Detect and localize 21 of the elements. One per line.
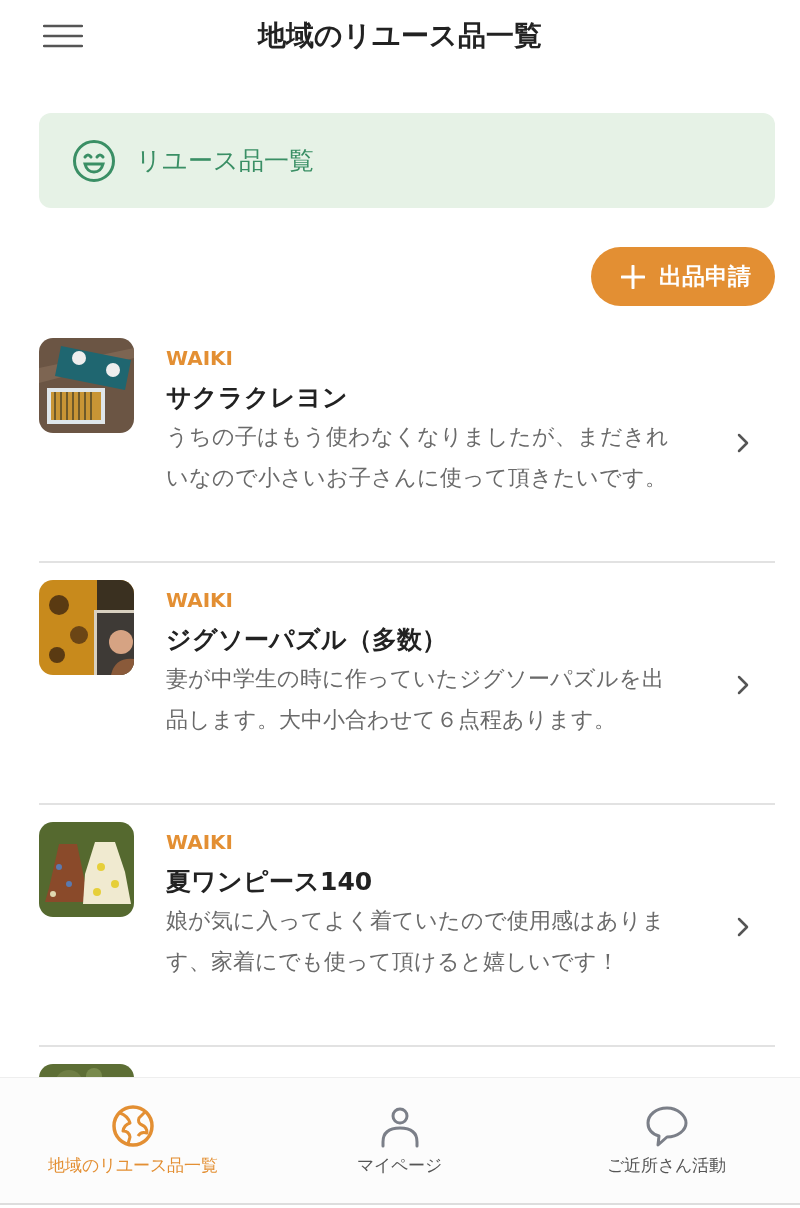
seller-name: WAIKI [166, 345, 235, 372]
chevron-right-icon[interactable] [737, 917, 749, 937]
speech-bubble-icon [644, 1104, 689, 1148]
seller-name: WAIKI [166, 829, 235, 856]
item-title: サクラクレヨン [166, 382, 349, 414]
seller-name: WAIKI [166, 587, 235, 614]
menu-icon[interactable] [43, 24, 83, 48]
banner-label: リユース品一覧 [136, 145, 314, 177]
nav-tab[interactable]: マイページ [270, 1078, 530, 1203]
item-description: 娘が気に入ってよく着ていたので使用感はあります、家着にでも使って頂けると嬉しいです！ [166, 907, 666, 976]
item-description: 妻が中学生の時に作っていたジグソーパズルを出品します。大中小合わせて６点程あります。 [166, 665, 665, 734]
item-description: うちの子はもう使わなくなりましたが、まだきれいなので小さいお子さんに使って頂きたいです。 [166, 423, 670, 492]
item-title: 夏ワンピース140 [166, 866, 374, 898]
globe-icon [111, 1104, 156, 1148]
item-title: ジグソーパズル（多数） [166, 624, 448, 656]
plus-icon [621, 264, 645, 289]
page-title: 地域のリユース品一覧 [258, 18, 542, 54]
nav-tab[interactable]: ご近所さん活動 [536, 1078, 797, 1203]
chevron-right-icon[interactable] [737, 433, 749, 453]
chevron-right-icon[interactable] [737, 675, 749, 695]
smiley-icon [72, 138, 116, 183]
